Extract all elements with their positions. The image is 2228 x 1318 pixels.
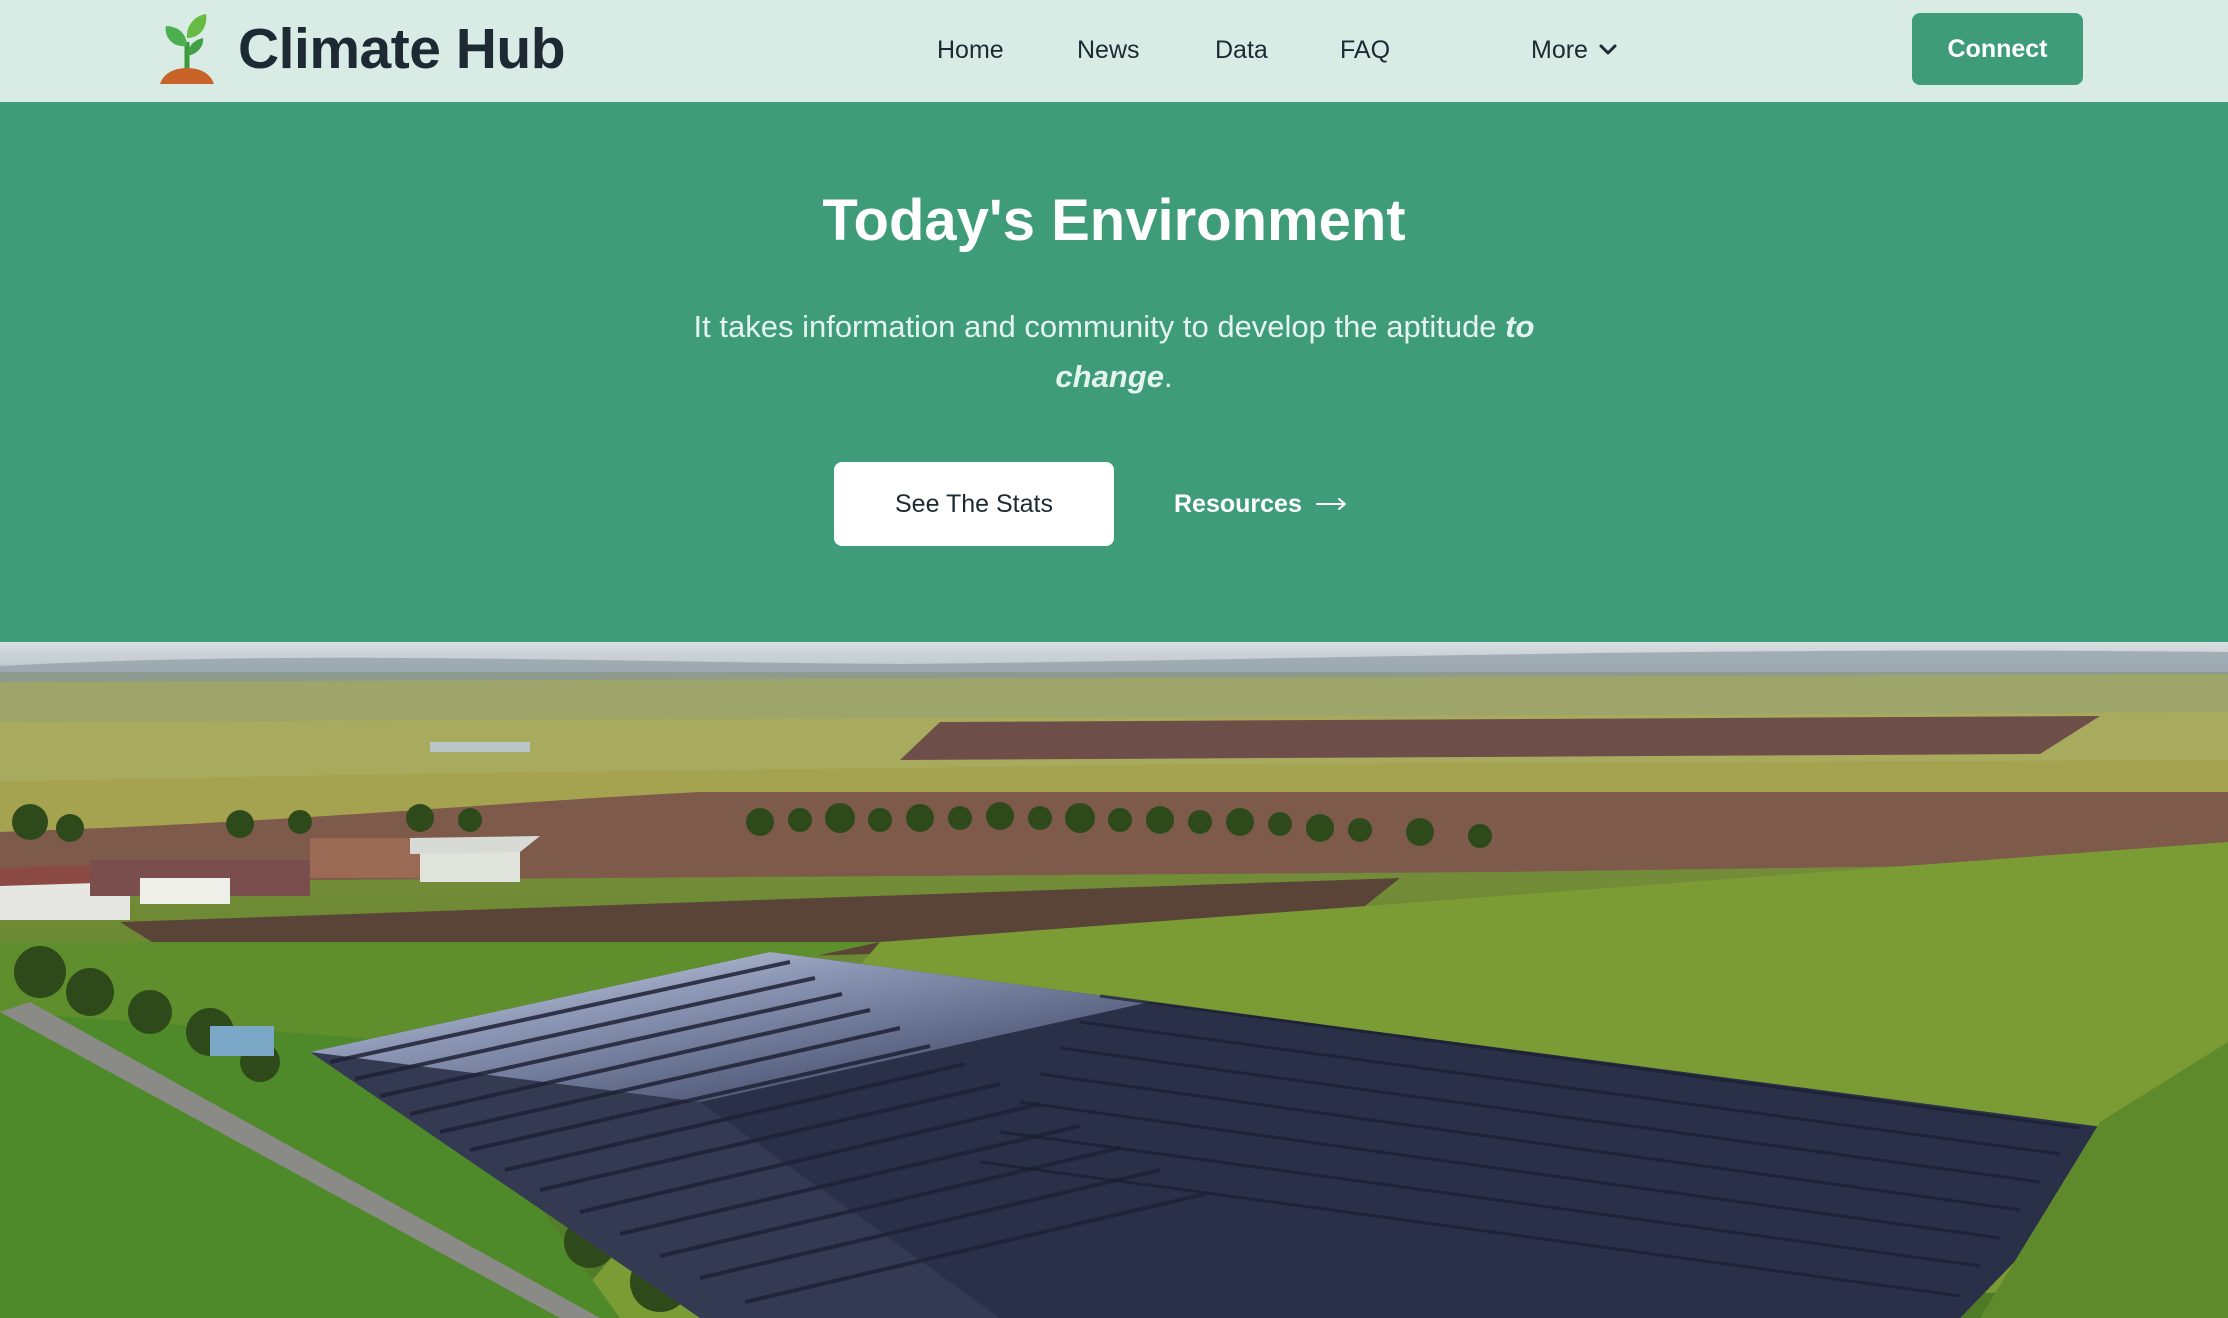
brand-name: Climate Hub — [238, 17, 566, 81]
arrow-right-icon — [1315, 498, 1346, 510]
nav-more-dropdown[interactable]: More — [1531, 32, 1618, 68]
hero-subtitle: It takes information and community to de… — [664, 302, 1564, 402]
nav-link-home[interactable]: Home — [937, 32, 1004, 68]
top-navigation-bar: Climate Hub Home News Data FAQ More Conn… — [0, 0, 2228, 102]
nav-link-news[interactable]: News — [1077, 32, 1140, 68]
hero-subtitle-text: It takes information and community to de… — [693, 309, 1497, 344]
nav-link-faq[interactable]: FAQ — [1340, 32, 1390, 68]
brand[interactable]: Climate Hub — [158, 12, 566, 86]
hero-section: Today's Environment It takes information… — [0, 102, 2228, 642]
resources-link[interactable]: Resources — [1174, 486, 1348, 522]
sprout-icon — [160, 14, 214, 84]
nav-link-data[interactable]: Data — [1215, 32, 1268, 68]
hero-title: Today's Environment — [822, 188, 1406, 253]
chevron-down-icon — [1599, 44, 1617, 55]
connect-button[interactable]: Connect — [1912, 13, 2083, 85]
hero-subtitle-end: . — [1163, 359, 1173, 394]
solar-farm-photo — [0, 642, 2228, 1318]
solar-farm-illustration — [0, 642, 2228, 1318]
nav-more-label: More — [1531, 36, 1588, 64]
resources-label: Resources — [1174, 489, 1302, 518]
see-the-stats-button[interactable]: See The Stats — [834, 462, 1114, 546]
